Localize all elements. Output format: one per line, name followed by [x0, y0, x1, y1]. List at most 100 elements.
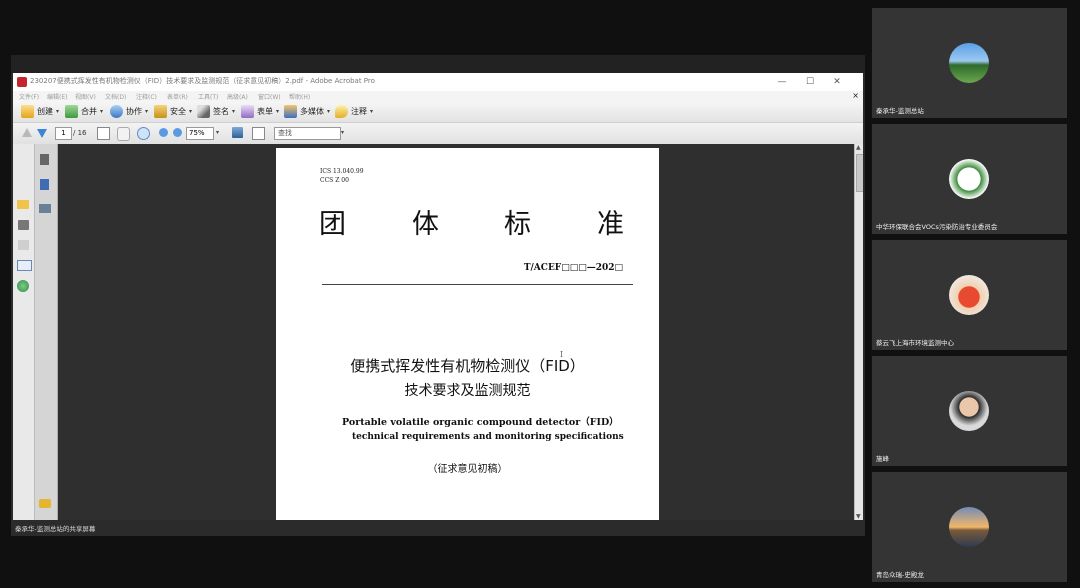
attachments-panel-icon[interactable]	[39, 204, 51, 213]
comment-button[interactable]: 注释 ▾	[335, 104, 373, 119]
participant-name: 青岛众瑞-史殿龙	[876, 571, 924, 579]
shared-screen-top-band	[11, 55, 865, 73]
scrollbar-thumb[interactable]	[856, 154, 863, 192]
forms-button[interactable]: 表单 ▾	[241, 104, 279, 119]
ccs-code: CCS Z 00	[320, 177, 349, 184]
comments-panel-icon[interactable]	[39, 499, 51, 508]
standard-type-char: 团	[319, 209, 346, 240]
sign-button[interactable]: 签名 ▾	[197, 104, 235, 119]
folder-icon[interactable]	[17, 200, 29, 209]
find-dropdown-caret[interactable]: ▾	[341, 129, 344, 136]
multimedia-button[interactable]: 多媒体 ▾	[284, 104, 330, 119]
menu-help[interactable]: 帮助(H)	[289, 92, 310, 101]
acrobat-app-icon	[17, 77, 27, 87]
lock-icon	[154, 105, 167, 118]
secure-button[interactable]: 安全 ▾	[154, 104, 192, 119]
close-button[interactable]: ✕	[826, 74, 848, 90]
standard-number: T/ACEF□□□—202□	[523, 263, 623, 273]
combine-button[interactable]: 合并 ▾	[65, 104, 103, 119]
form-icon	[241, 105, 254, 118]
menu-file[interactable]: 文件(F)	[19, 92, 39, 101]
menu-document[interactable]: 文档(D)	[105, 92, 126, 101]
title-en-line2: technical requirements and monitoring sp…	[352, 432, 624, 442]
participant-name: 秦承华-监测总站	[876, 107, 924, 115]
menu-bar: 文件(F) 编辑(E) 视图(V) 文档(D) 注释(C) 表单(R) 工具(T…	[13, 91, 863, 101]
window-title: 230207便携式挥发性有机物检测仪（FID）技术要求及监测规范（征求意见初稿）…	[30, 77, 375, 85]
zoom-level-input[interactable]: 75%	[186, 127, 214, 140]
create-pdf-icon	[21, 105, 34, 118]
participant-tile[interactable]: 青岛众瑞-史殿龙	[872, 472, 1067, 582]
menu-window[interactable]: 窗口(W)	[258, 92, 281, 101]
header-rule	[322, 284, 633, 285]
avatar	[949, 43, 989, 83]
zoom-out-icon[interactable]	[159, 128, 168, 137]
avatar	[949, 159, 989, 199]
multimedia-icon	[284, 105, 297, 118]
previous-page-icon[interactable]	[22, 128, 32, 137]
page-count: / 16	[73, 129, 87, 137]
avatar	[949, 507, 989, 547]
task-toolbar: 创建 ▾ 合并 ▾ 协作 ▾ 安全 ▾ 签名 ▾ 表单 ▾ 多媒体 ▾ 注释 ▾	[13, 101, 863, 123]
document-close-icon[interactable]: ×	[852, 91, 859, 100]
zoom-in-icon[interactable]	[173, 128, 182, 137]
collaborate-icon	[110, 105, 123, 118]
fit-width-icon[interactable]	[252, 127, 265, 140]
navigation-pane	[13, 144, 35, 520]
hand-tool-icon[interactable]	[117, 127, 130, 141]
select-text-tool-icon[interactable]	[97, 127, 110, 140]
menu-edit[interactable]: 编辑(E)	[47, 92, 67, 101]
title-cn-line2: 技术要求及监测规范	[404, 383, 531, 399]
menu-tools[interactable]: 工具(T)	[198, 92, 218, 101]
email-icon[interactable]	[17, 260, 32, 271]
maximize-button[interactable]: ☐	[799, 74, 821, 90]
collaborate-button[interactable]: 协作 ▾	[110, 104, 148, 119]
participant-tile[interactable]: 施峰	[872, 356, 1067, 466]
pages-panel-icon[interactable]	[40, 154, 49, 165]
participant-tile[interactable]: 蔡云飞上海市环境监测中心	[872, 240, 1067, 350]
classification-codes: ICS 13.040.99 CCS Z 00	[320, 167, 364, 185]
document-area[interactable]: ICS 13.040.99 CCS Z 00 团 体 标 准 T/ACEF□□□…	[58, 144, 854, 520]
participant-tile[interactable]: 中华环保联合会VOCs污染防治专业委员会	[872, 124, 1067, 234]
save-icon[interactable]	[18, 240, 29, 250]
pen-icon	[197, 105, 210, 118]
screen-share-label: 秦承华-监测总站的共享屏幕	[15, 525, 96, 533]
title-cn-line1: 便携式挥发性有机物检测仪（FID）	[350, 357, 585, 375]
draft-note: （征求意见初稿）	[427, 464, 508, 475]
vertical-scrollbar[interactable]: ▲ ▼	[854, 144, 863, 520]
menu-forms[interactable]: 表单(R)	[167, 92, 188, 101]
find-input[interactable]: 查找	[274, 127, 341, 140]
fit-page-icon[interactable]	[232, 127, 243, 138]
menu-advanced[interactable]: 高级(A)	[227, 92, 248, 101]
acrobat-window: 230207便携式挥发性有机物检测仪（FID）技术要求及监测规范（征求意见初稿）…	[13, 73, 863, 520]
globe-icon[interactable]	[17, 280, 29, 292]
text-cursor: I	[560, 350, 564, 359]
next-page-icon[interactable]	[37, 129, 47, 138]
zoom-dropdown-caret[interactable]: ▾	[216, 129, 219, 136]
participant-tile[interactable]: 秦承华-监测总站	[872, 8, 1067, 118]
ics-code: ICS 13.040.99	[320, 168, 364, 175]
shared-screen: 230207便携式挥发性有机物检测仪（FID）技术要求及监测规范（征求意见初稿）…	[11, 55, 865, 536]
standard-type-char: 标	[504, 209, 531, 240]
page-number-input[interactable]: 1	[55, 127, 72, 140]
comment-icon	[335, 105, 348, 118]
bookmarks-panel-icon[interactable]	[40, 179, 49, 190]
print-icon[interactable]	[18, 220, 29, 230]
participant-name: 施峰	[876, 455, 889, 463]
pdf-page[interactable]: ICS 13.040.99 CCS Z 00 团 体 标 准 T/ACEF□□□…	[276, 148, 659, 520]
participant-name: 蔡云飞上海市环境监测中心	[876, 339, 954, 347]
avatar	[949, 391, 989, 431]
participant-name: 中华环保联合会VOCs污染防治专业委员会	[876, 223, 998, 231]
scroll-down-icon[interactable]: ▼	[856, 513, 861, 520]
menu-comments[interactable]: 注释(C)	[136, 92, 157, 101]
combine-icon	[65, 105, 78, 118]
create-button[interactable]: 创建 ▾	[21, 104, 59, 119]
side-panel	[35, 144, 58, 520]
scroll-up-icon[interactable]: ▲	[856, 144, 861, 151]
zoom-tool-icon[interactable]	[137, 127, 150, 140]
standard-type-char: 体	[412, 209, 439, 240]
minimize-button[interactable]: —	[771, 74, 793, 90]
title-en-line1: Portable volatile organic compound detec…	[342, 417, 619, 428]
standard-type-char: 准	[597, 209, 624, 240]
menu-view[interactable]: 视图(V)	[75, 92, 96, 101]
page-navigation-toolbar: 1 / 16 75% ▾ 查找 ▾	[13, 123, 863, 145]
